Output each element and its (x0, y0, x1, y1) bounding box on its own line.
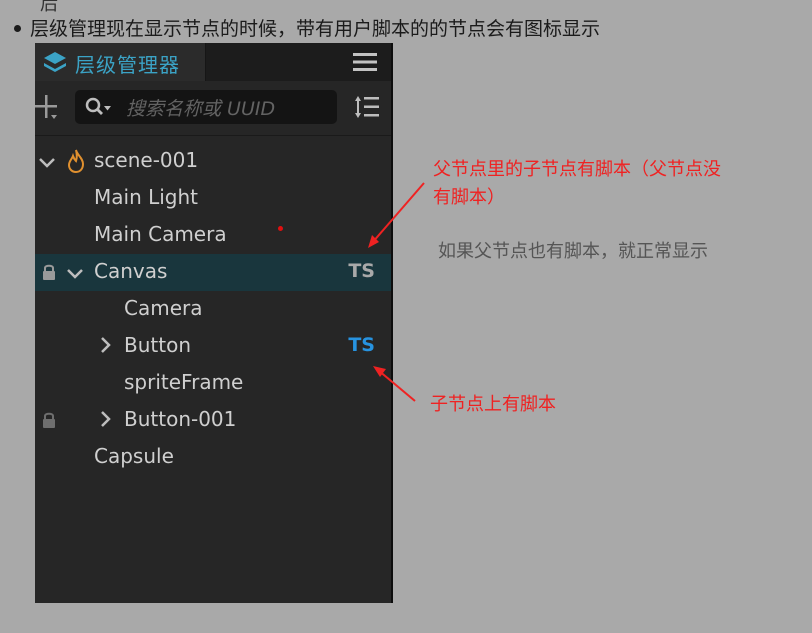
arrow-to-canvas-badge (371, 182, 425, 244)
arrow-to-button-badge (377, 369, 416, 402)
annotation-arrows (368, 182, 425, 402)
